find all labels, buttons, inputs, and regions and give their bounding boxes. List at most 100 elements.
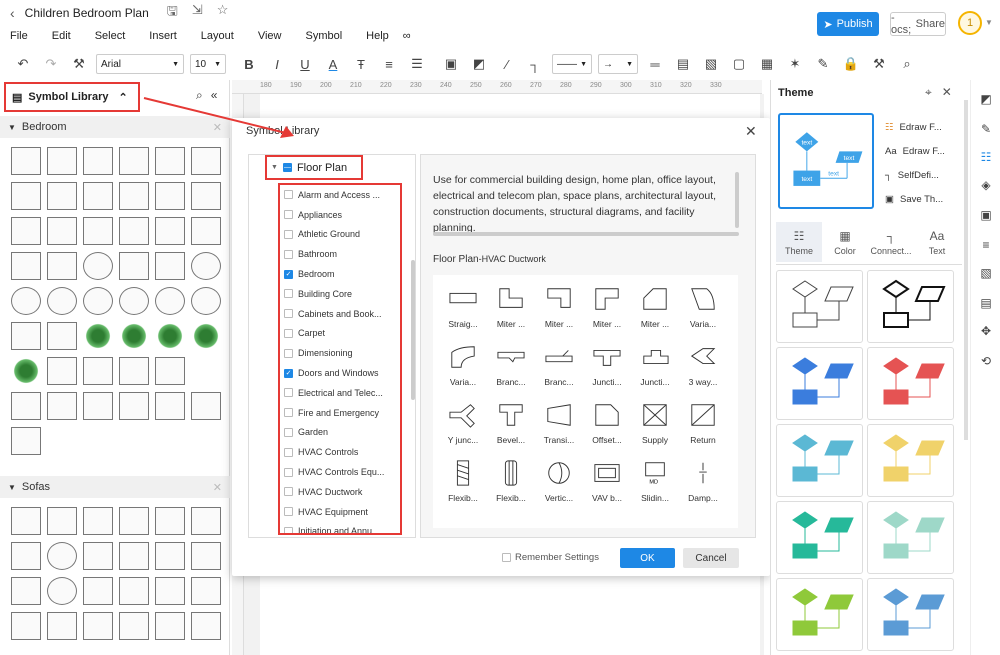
tab-color[interactable]: ▦ Color bbox=[822, 222, 868, 262]
shape-item[interactable]: Miter ... bbox=[583, 285, 631, 343]
category-item[interactable]: Bathroom bbox=[280, 244, 400, 264]
theme-preview[interactable]: text text text text bbox=[778, 113, 874, 209]
category-checkbox[interactable] bbox=[284, 447, 293, 457]
edit-icon[interactable]: ✎ bbox=[812, 56, 834, 72]
shape-item[interactable]: Straig... bbox=[439, 285, 487, 343]
sofa-symbol[interactable] bbox=[191, 577, 221, 605]
font-size-select[interactable]: 10 ▼ bbox=[190, 54, 226, 74]
menu-symbol[interactable]: Symbol bbox=[305, 30, 342, 42]
category-item[interactable]: HVAC Controls bbox=[280, 442, 400, 462]
search-icon[interactable]: ⌕ bbox=[196, 88, 203, 103]
robot-vacuum-symbol[interactable] bbox=[191, 252, 221, 280]
shape-item[interactable]: Return bbox=[679, 401, 727, 459]
wardrobe-symbol[interactable] bbox=[83, 357, 113, 385]
category-item[interactable]: Electrical and Telec... bbox=[280, 383, 400, 403]
sofa-symbol[interactable] bbox=[155, 577, 185, 605]
bed-symbol[interactable] bbox=[155, 182, 185, 210]
image-icon[interactable]: ▧ bbox=[978, 266, 994, 282]
shelf-symbol[interactable] bbox=[119, 392, 149, 420]
sofa-symbol[interactable] bbox=[83, 577, 113, 605]
fit-icon[interactable]: ✥ bbox=[978, 324, 994, 340]
category-item[interactable]: Alarm and Access ... bbox=[280, 185, 400, 205]
section-bedroom[interactable]: ▼ Bedroom ✕ bbox=[0, 116, 230, 138]
sofa-symbol[interactable] bbox=[155, 542, 185, 570]
shape-item[interactable]: Flexib... bbox=[439, 459, 487, 517]
plant-symbol[interactable] bbox=[83, 322, 113, 350]
line-spacing-icon[interactable]: ☰ bbox=[406, 56, 428, 72]
size-icon[interactable]: ▦ bbox=[756, 56, 778, 72]
bed-symbol[interactable] bbox=[47, 147, 77, 175]
sofa-symbol[interactable] bbox=[11, 507, 41, 535]
sofa-symbol[interactable] bbox=[191, 612, 221, 640]
font-family-select[interactable]: Arial ▼ bbox=[96, 54, 184, 74]
sofa-symbol[interactable] bbox=[191, 507, 221, 535]
shape-item[interactable]: Y junc... bbox=[439, 401, 487, 459]
bed-symbol[interactable] bbox=[11, 182, 41, 210]
theme-grid-icon[interactable]: ☷ bbox=[978, 150, 994, 166]
bed-symbol[interactable] bbox=[119, 147, 149, 175]
sofa-symbol[interactable] bbox=[83, 542, 113, 570]
category-item[interactable]: Cabinets and Book... bbox=[280, 304, 400, 324]
shelf-symbol[interactable] bbox=[11, 392, 41, 420]
page-icon[interactable]: ▤ bbox=[978, 296, 994, 312]
lock-icon[interactable]: 🔒 bbox=[840, 56, 862, 72]
category-checkbox[interactable]: ✓ bbox=[284, 368, 293, 378]
theme-card[interactable] bbox=[867, 578, 954, 651]
sofa-symbol[interactable] bbox=[47, 577, 77, 605]
sofa-symbol[interactable] bbox=[119, 577, 149, 605]
symbol-library-header[interactable]: ▤ Symbol Library ⌃ bbox=[4, 82, 140, 112]
share-button[interactable]: -ocs; Share bbox=[890, 12, 946, 36]
menu-view[interactable]: View bbox=[258, 30, 282, 42]
bed-symbol[interactable] bbox=[47, 217, 77, 245]
theme-option[interactable]: ┐ SelfDefi... bbox=[885, 163, 945, 187]
close-icon[interactable]: ✕ bbox=[213, 121, 222, 134]
sofa-symbol[interactable] bbox=[155, 612, 185, 640]
shape-item[interactable]: Branc... bbox=[487, 343, 535, 401]
bed-symbol[interactable] bbox=[83, 182, 113, 210]
theme-card[interactable] bbox=[776, 347, 863, 420]
theme-card[interactable] bbox=[867, 501, 954, 574]
group-icon[interactable]: ▢ bbox=[728, 56, 750, 72]
sofa-symbol[interactable] bbox=[47, 542, 77, 570]
shape-item[interactable]: Varia... bbox=[679, 285, 727, 343]
bed-symbol[interactable] bbox=[191, 217, 221, 245]
shape-item[interactable]: Transi... bbox=[535, 401, 583, 459]
bed-symbol[interactable] bbox=[155, 217, 185, 245]
dresser-symbol[interactable] bbox=[155, 357, 185, 385]
category-checkbox[interactable] bbox=[284, 467, 293, 477]
undo-icon[interactable]: ↶ bbox=[12, 56, 34, 72]
menu-edit[interactable]: Edit bbox=[52, 30, 71, 42]
category-item[interactable]: Garden bbox=[280, 423, 400, 443]
align-icon[interactable]: ≡ bbox=[378, 57, 400, 72]
category-checkbox[interactable] bbox=[284, 526, 293, 533]
menu-insert[interactable]: Insert bbox=[149, 30, 177, 42]
category-item[interactable]: HVAC Equipment bbox=[280, 502, 400, 522]
category-checkbox[interactable] bbox=[284, 328, 293, 338]
text-style-icon[interactable]: Ŧ bbox=[350, 57, 372, 72]
arrow-style-select[interactable]: → ▼ bbox=[598, 54, 638, 74]
font-color-icon[interactable]: A bbox=[322, 57, 344, 72]
theme-card[interactable] bbox=[867, 347, 954, 420]
sofa-symbol[interactable] bbox=[11, 612, 41, 640]
sofa-symbol[interactable] bbox=[119, 507, 149, 535]
sofa-symbol[interactable] bbox=[119, 542, 149, 570]
fill-icon[interactable]: ◩ bbox=[978, 92, 994, 108]
tab-connector[interactable]: ┐ Connect... bbox=[868, 222, 914, 262]
shape-item[interactable]: Offset... bbox=[583, 401, 631, 459]
connector-icon[interactable]: ┐ bbox=[524, 57, 546, 72]
export-icon[interactable]: ⇲ bbox=[192, 2, 203, 24]
tools-icon[interactable]: ⚒ bbox=[868, 56, 890, 72]
line-color-icon[interactable]: ∕ bbox=[496, 57, 518, 72]
tab-theme[interactable]: ☷ Theme bbox=[776, 222, 822, 262]
layer-icon[interactable]: ▧ bbox=[700, 56, 722, 72]
theme-card[interactable] bbox=[867, 424, 954, 497]
distribute-icon[interactable]: ✶ bbox=[784, 56, 806, 72]
plant-symbol[interactable] bbox=[155, 322, 185, 350]
desk-symbol[interactable] bbox=[119, 252, 149, 280]
round-table-symbol[interactable] bbox=[11, 287, 41, 315]
shape-item[interactable]: Miter ... bbox=[631, 285, 679, 343]
database-icon[interactable]: ≡ bbox=[978, 238, 994, 254]
category-checkbox[interactable] bbox=[284, 507, 293, 517]
remember-settings[interactable]: Remember Settings bbox=[502, 552, 599, 563]
back-icon[interactable]: ‹ bbox=[10, 5, 15, 21]
